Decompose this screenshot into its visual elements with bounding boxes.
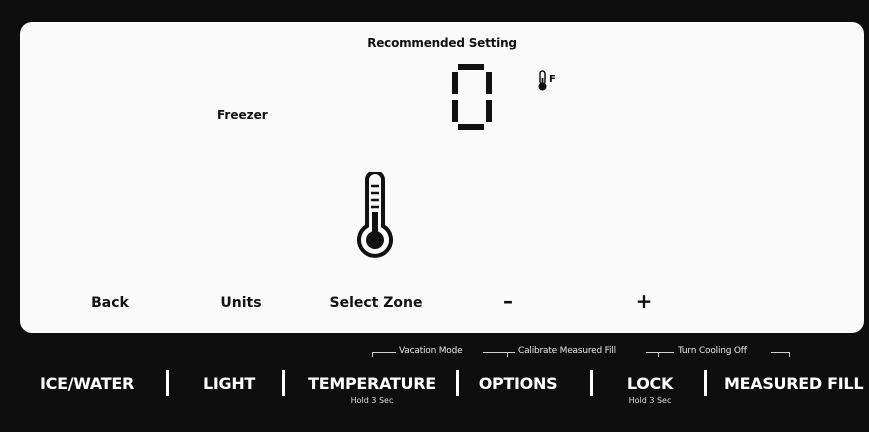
units-button[interactable]: Units bbox=[216, 295, 266, 311]
increase-button[interactable]: + bbox=[632, 289, 656, 313]
unit-label: F bbox=[549, 74, 556, 85]
divider bbox=[456, 370, 459, 396]
recommended-setting-label: Recommended Setting bbox=[367, 36, 517, 50]
calibrate-measured-fill-label: Calibrate Measured Fill bbox=[518, 346, 616, 356]
options-button[interactable]: OPTIONS bbox=[474, 371, 562, 395]
thermometer-icon bbox=[537, 70, 548, 96]
zone-label: Freezer bbox=[217, 108, 268, 122]
decrease-button[interactable]: – bbox=[496, 289, 520, 313]
temperature-hold-label: Hold 3 Sec bbox=[350, 396, 394, 405]
temperature-button[interactable]: TEMPERATURE bbox=[304, 371, 440, 395]
control-panel: Recommended Setting Freezer 0 bbox=[0, 0, 869, 432]
thermometer-icon bbox=[355, 170, 395, 262]
measured-fill-button[interactable]: MEASURED FILL bbox=[724, 371, 866, 395]
divider bbox=[166, 370, 169, 396]
vacation-mode-label: Vacation Mode bbox=[399, 346, 463, 356]
back-button[interactable]: Back bbox=[88, 295, 132, 311]
divider bbox=[282, 370, 285, 396]
divider bbox=[704, 370, 707, 396]
turn-cooling-off-label: Turn Cooling Off bbox=[678, 346, 747, 356]
lock-hold-label: Hold 3 Sec bbox=[628, 396, 672, 405]
temperature-digit: 0 bbox=[448, 64, 496, 130]
lock-button[interactable]: LOCK bbox=[620, 371, 680, 395]
seven-segment-display bbox=[452, 64, 492, 130]
ice-water-button[interactable]: ICE/WATER bbox=[34, 371, 140, 395]
lcd-screen: Recommended Setting Freezer 0 bbox=[20, 22, 864, 333]
select-zone-button[interactable]: Select Zone bbox=[326, 295, 426, 311]
divider bbox=[590, 370, 593, 396]
light-button[interactable]: LIGHT bbox=[200, 371, 258, 395]
